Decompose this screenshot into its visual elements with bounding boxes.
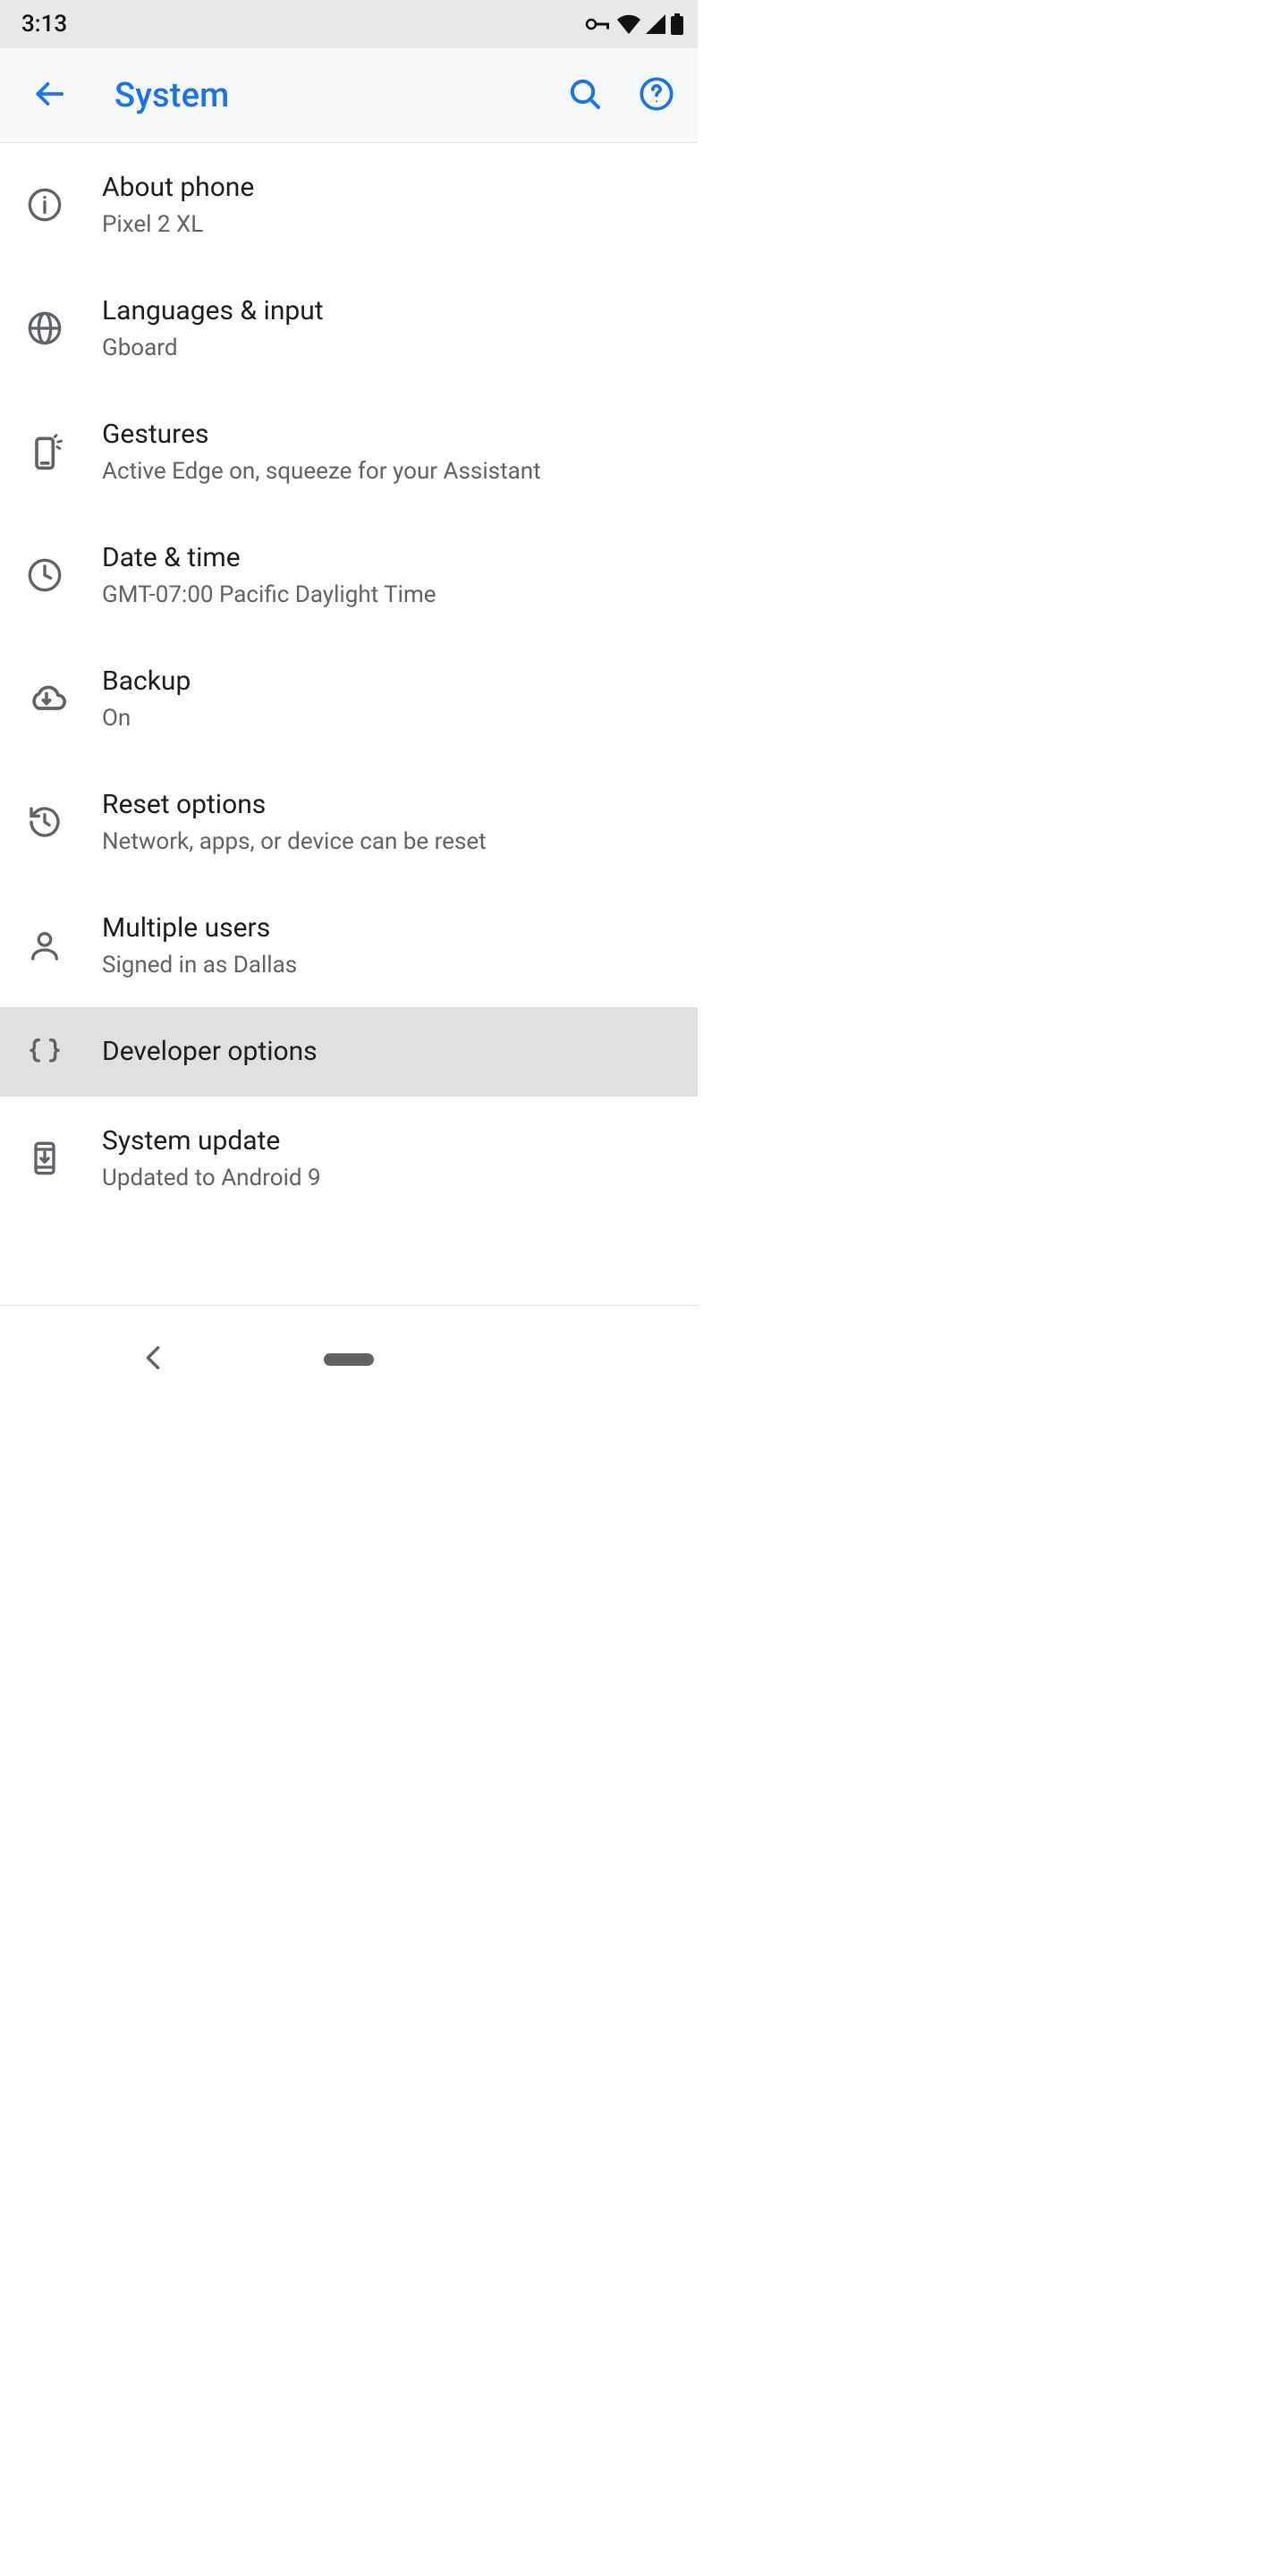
divider	[0, 1305, 698, 1306]
reset-icon	[27, 804, 63, 840]
wifi-icon	[617, 14, 640, 34]
vpn-key-icon	[585, 16, 612, 32]
back-button[interactable]	[27, 73, 72, 118]
app-bar: System	[0, 48, 698, 143]
phone-update-icon	[27, 1140, 63, 1176]
clock-icon	[27, 557, 63, 593]
help-button[interactable]	[630, 69, 683, 123]
item-system-update[interactable]: System update Updated to Android 9	[0, 1097, 698, 1220]
item-date-time[interactable]: Date & time GMT-07:00 Pacific Daylight T…	[0, 513, 698, 637]
item-subtitle: Network, apps, or device can be reset	[102, 827, 678, 857]
search-icon	[567, 76, 603, 115]
help-icon	[639, 76, 674, 115]
status-icons	[585, 13, 683, 35]
gesture-phone-icon	[27, 432, 66, 471]
item-gestures[interactable]: Gestures Active Edge on, squeeze for you…	[0, 390, 698, 513]
item-title: System update	[102, 1124, 678, 1158]
item-title: Reset options	[102, 788, 678, 822]
cloud-download-icon	[27, 679, 66, 718]
cell-signal-icon	[646, 14, 665, 34]
item-subtitle: On	[102, 704, 678, 733]
item-title: Backup	[102, 665, 678, 699]
item-subtitle: GMT-07:00 Pacific Daylight Time	[102, 580, 678, 610]
braces-icon	[27, 1034, 63, 1070]
globe-icon	[27, 310, 63, 346]
item-title: Languages & input	[102, 294, 678, 328]
item-subtitle: Pixel 2 XL	[102, 210, 678, 240]
item-subtitle: Signed in as Dallas	[102, 951, 678, 980]
item-title: Multiple users	[102, 911, 678, 945]
item-subtitle: Updated to Android 9	[102, 1164, 678, 1193]
item-title: Gestures	[102, 418, 678, 452]
item-reset-options[interactable]: Reset options Network, apps, or device c…	[0, 760, 698, 884]
item-subtitle: Active Edge on, squeeze for your Assista…	[102, 457, 678, 487]
nav-home-pill[interactable]	[324, 1353, 374, 1366]
item-subtitle: Gboard	[102, 334, 678, 363]
item-languages-input[interactable]: Languages & input Gboard	[0, 267, 698, 390]
page-title: System	[114, 76, 540, 115]
system-nav-bar	[0, 1324, 698, 1395]
info-icon	[27, 187, 63, 223]
battery-icon	[671, 13, 683, 35]
status-time: 3:13	[21, 11, 67, 38]
item-title: Developer options	[102, 1035, 678, 1069]
item-multiple-users[interactable]: Multiple users Signed in as Dallas	[0, 884, 698, 1007]
status-bar: 3:13	[0, 0, 698, 48]
item-title: About phone	[102, 171, 678, 205]
search-button[interactable]	[558, 69, 612, 123]
arrow-back-icon	[32, 77, 66, 114]
item-developer-options[interactable]: Developer options	[0, 1007, 698, 1097]
item-title: Date & time	[102, 541, 678, 575]
item-about-phone[interactable]: About phone Pixel 2 XL	[0, 143, 698, 267]
user-icon	[27, 928, 63, 963]
nav-back-button[interactable]	[143, 1345, 163, 1374]
settings-list: About phone Pixel 2 XL Languages & input…	[0, 143, 698, 1220]
item-backup[interactable]: Backup On	[0, 637, 698, 760]
